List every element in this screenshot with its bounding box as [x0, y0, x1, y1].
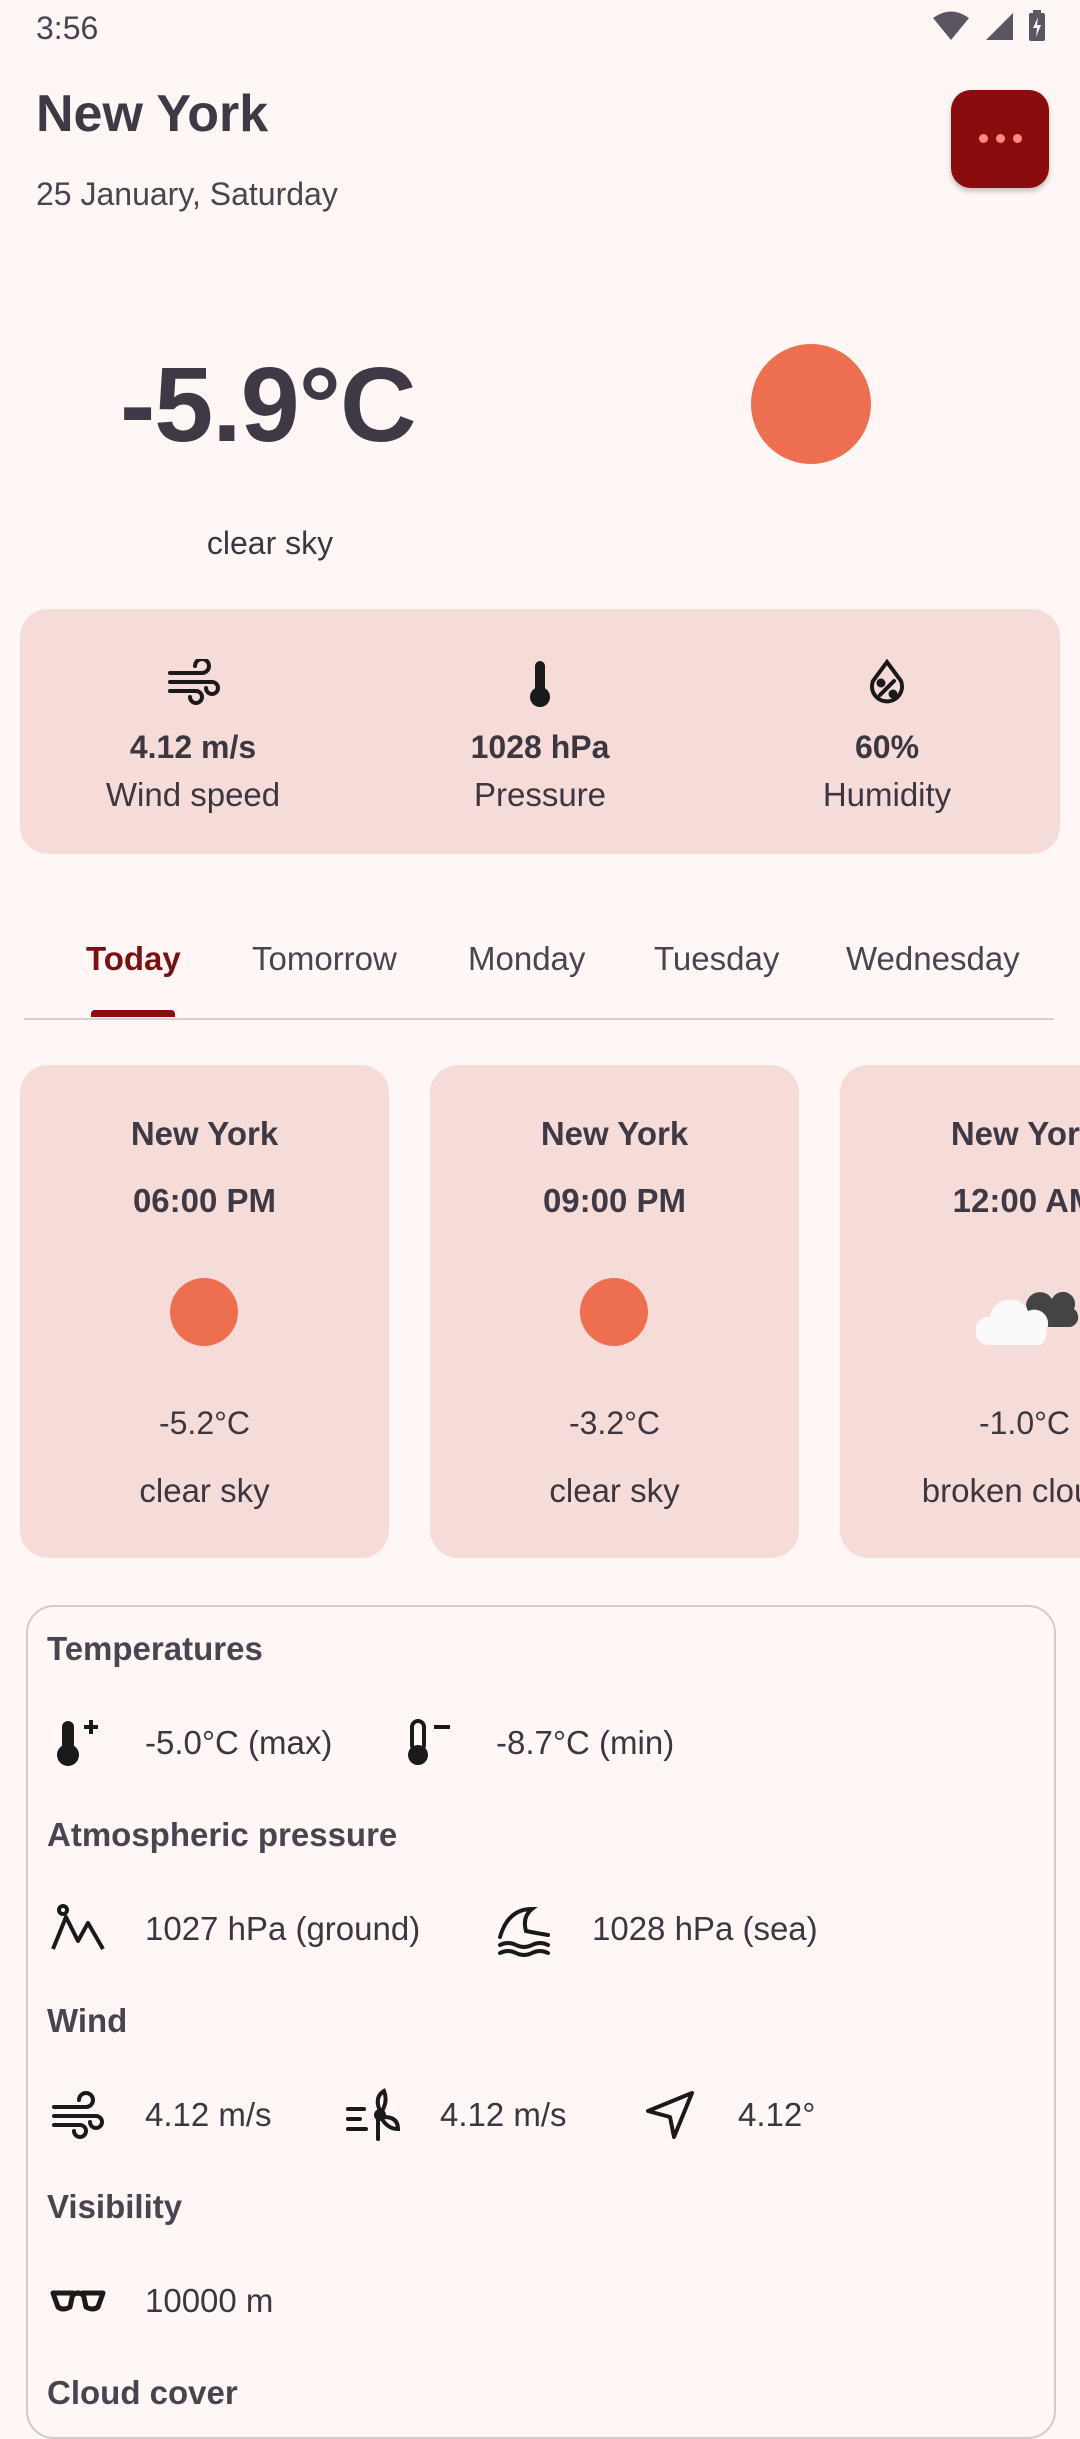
humidity-label: Humidity [822, 776, 952, 813]
wind-title: Wind [47, 2002, 128, 2039]
visibility-value: 10000 m [145, 2282, 274, 2319]
wind-icon [52, 2091, 104, 2139]
tab-tuesday[interactable]: Tuesday [654, 940, 779, 978]
wave-icon [498, 1906, 550, 1957]
hourly-temp: -5.2°C [158, 1405, 251, 1441]
hourly-time: 12:00 AM [952, 1182, 1080, 1219]
hourly-time: 09:00 PM [542, 1182, 687, 1219]
hourly-city: New York [540, 1115, 689, 1152]
stat-pressure: 1028 hPa Pressure [367, 609, 713, 854]
wind-direction-detail: 4.12° [738, 2096, 816, 2133]
thermometer-minus-icon [408, 1719, 450, 1765]
sun-icon [751, 344, 871, 464]
sun-icon [580, 1278, 648, 1346]
stat-wind: 4.12 m/s Wind speed [20, 609, 366, 854]
hourly-temp: -1.0°C [978, 1405, 1071, 1441]
humidity-drop-icon [870, 659, 904, 704]
sun-icon [170, 1278, 238, 1346]
cloud-cover-title: Cloud cover [47, 2374, 238, 2411]
temp-min: -8.7°C (min) [496, 1724, 675, 1761]
temperatures-title: Temperatures [47, 1630, 263, 1667]
hourly-card[interactable]: New York 09:00 PM -3.2°C clear sky [430, 1065, 799, 1558]
pressure-value: 1028 hPa [470, 729, 610, 765]
date-subtitle: 25 January, Saturday [36, 176, 338, 212]
more-horizontal-icon [975, 130, 1026, 148]
stat-humidity: 60% Humidity [714, 609, 1060, 854]
wind-speed-label: Wind speed [105, 776, 281, 813]
status-time: 3:56 [36, 10, 99, 46]
wind-icon [168, 659, 220, 705]
hourly-city: New York [130, 1115, 279, 1152]
current-temperature: -5.9°C [120, 346, 417, 464]
wind-gust-detail: 4.12 m/s [440, 2096, 567, 2133]
wind-turbine-icon [346, 2088, 400, 2141]
hourly-description: clear sky [549, 1472, 680, 1509]
hourly-card[interactable]: New York 06:00 PM -5.2°C clear sky [20, 1065, 389, 1558]
glasses-icon [50, 2290, 106, 2312]
thermometer-icon [530, 661, 550, 707]
tab-tomorrow[interactable]: Tomorrow [252, 940, 397, 978]
pressure-title: Atmospheric pressure [47, 1816, 398, 1853]
tab-monday[interactable]: Monday [468, 940, 585, 978]
hourly-temp: -3.2°C [568, 1405, 661, 1441]
mountain-icon [51, 1904, 105, 1950]
day-tabs: Today Tomorrow Monday Tuesday Wednesday [24, 930, 1054, 1020]
wind-speed-detail: 4.12 m/s [145, 2096, 272, 2133]
pressure-sea: 1028 hPa (sea) [592, 1910, 818, 1947]
visibility-title: Visibility [47, 2188, 183, 2225]
battery-icon [1029, 10, 1045, 41]
thermometer-plus-icon [57, 1720, 98, 1766]
pressure-ground: 1027 hPa (ground) [145, 1910, 421, 1947]
temp-max: -5.0°C (max) [145, 1724, 333, 1761]
hourly-city: New York [950, 1115, 1080, 1152]
wifi-icon [933, 11, 969, 40]
menu-button[interactable] [951, 90, 1049, 188]
tab-today[interactable]: Today [86, 940, 181, 978]
pressure-label: Pressure [473, 776, 607, 813]
active-tab-indicator [91, 1010, 175, 1017]
hourly-card[interactable]: New York 12:00 AM -1.0°C broken clouds [840, 1065, 1080, 1558]
current-description: clear sky [206, 525, 334, 561]
details-card: Temperatures -5.0°C (max) -8.7°C (min) A… [26, 1605, 1056, 2439]
humidity-value: 60% [854, 729, 920, 765]
hourly-time: 06:00 PM [132, 1182, 277, 1219]
wind-speed-value: 4.12 m/s [129, 729, 257, 765]
cloud-icon [976, 1291, 1079, 1345]
tab-wednesday[interactable]: Wednesday [846, 940, 1020, 978]
city-title: New York [36, 85, 269, 143]
hourly-description: clear sky [139, 1472, 270, 1509]
hourly-description: broken clouds [921, 1472, 1080, 1509]
signal-icon [986, 13, 1013, 40]
current-stats-card: 4.12 m/s Wind speed 1028 hPa Pressure 60… [20, 609, 1060, 854]
status-icons [932, 10, 1046, 42]
navigation-arrow-icon [646, 2091, 694, 2139]
